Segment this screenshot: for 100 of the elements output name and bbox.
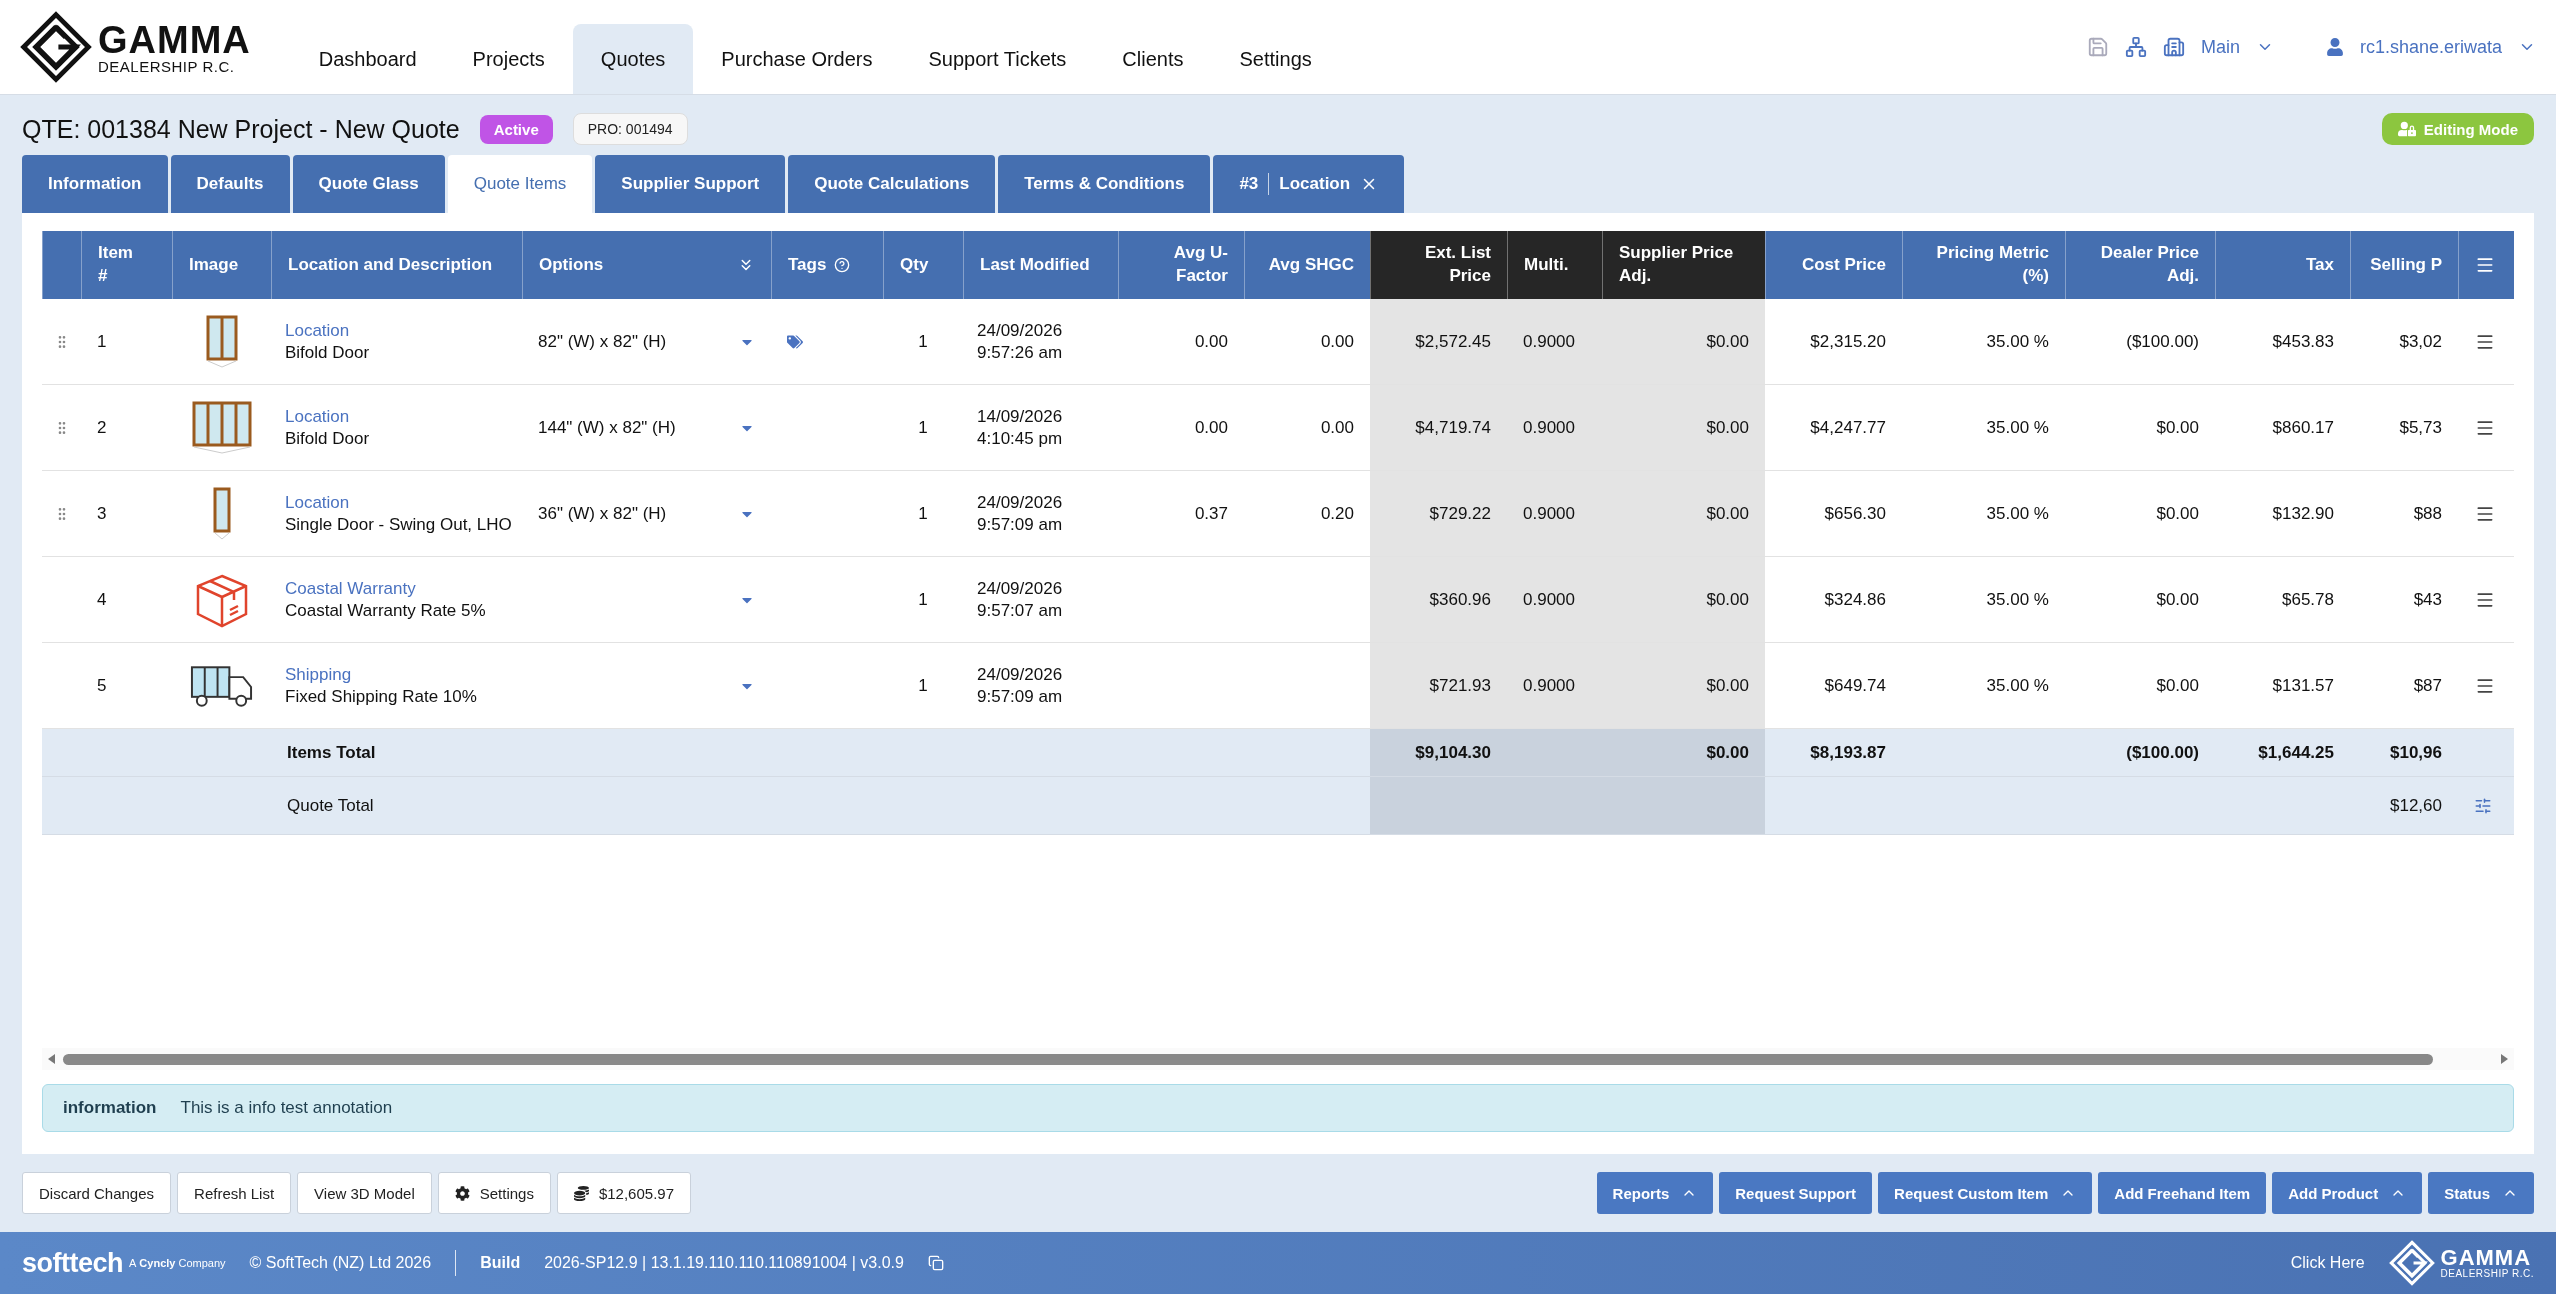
column-header[interactable]: Item #: [98, 242, 138, 288]
table-cell: ($100.00): [2126, 331, 2199, 352]
table-cell: $0.00: [1602, 471, 1765, 556]
help-icon[interactable]: [834, 257, 851, 273]
item-number: 5: [97, 675, 107, 696]
column-header[interactable]: Options: [539, 253, 604, 277]
tab[interactable]: Defaults: [170, 155, 290, 213]
column-header[interactable]: Avg SHGC: [1268, 253, 1354, 277]
branch-selector[interactable]: Main: [2200, 36, 2240, 58]
table-cell: 0.00: [1320, 417, 1354, 438]
gear-icon: [454, 1185, 470, 1201]
table-cell: $2,315.20: [1810, 331, 1886, 352]
sliders-icon[interactable]: [2474, 796, 2492, 815]
table-cell: 0.9000: [1507, 557, 1602, 642]
location-link[interactable]: Shipping: [285, 664, 514, 686]
modified-time: 4:10:45 pm: [977, 427, 1064, 449]
action-button[interactable]: View 3D Model: [297, 1172, 432, 1214]
project-reference: PRO: 001494: [572, 113, 688, 145]
action-button[interactable]: Settings: [437, 1172, 551, 1214]
column-header[interactable]: Pricing Metric (%): [1919, 242, 2049, 288]
column-header[interactable]: Location and Description: [288, 253, 493, 277]
door-drawing: [212, 486, 231, 541]
table-cell: $3,02: [2399, 331, 2442, 352]
table-cell: 0.20: [1320, 503, 1354, 524]
nav-item[interactable]: Projects: [444, 24, 573, 94]
table-cell: 0.9000: [1507, 643, 1602, 728]
horizontal-scrollbar[interactable]: [42, 1048, 2514, 1070]
tab[interactable]: Quote Glass: [292, 155, 445, 213]
modified-date: 24/09/2026: [977, 578, 1064, 600]
nav-item[interactable]: Dashboard: [290, 24, 445, 94]
table-cell: $324.86: [1824, 589, 1886, 610]
table-cell: $0.00: [1602, 643, 1765, 728]
location-link[interactable]: Location: [285, 492, 514, 514]
quantity: 1: [918, 417, 928, 438]
options-text: 82" (W) x 82" (H): [538, 331, 667, 352]
action-button[interactable]: $12,605.97: [556, 1172, 691, 1214]
modified-date: 14/09/2026: [977, 406, 1064, 428]
total-value: $1,644.25: [2258, 742, 2334, 763]
nav-item[interactable]: Quotes: [572, 24, 694, 94]
column-header[interactable]: Tax: [2305, 253, 2334, 277]
nav-item[interactable]: Settings: [1211, 24, 1340, 94]
nav-item[interactable]: Purchase Orders: [693, 24, 901, 94]
total-value: ($100.00): [2126, 742, 2199, 763]
modified-date: 24/09/2026: [977, 664, 1064, 686]
nav-item[interactable]: Support Tickets: [900, 24, 1095, 94]
brand-tagline: DEALERSHIP R.C.: [2440, 1269, 2534, 1279]
table-cell: $656.30: [1824, 503, 1886, 524]
table-cell: $43: [2413, 589, 2442, 610]
tab[interactable]: Quote Items: [447, 155, 593, 213]
tab[interactable]: Supplier Support: [595, 155, 786, 213]
tab[interactable]: Quote Calculations: [788, 155, 996, 213]
action-button[interactable]: Status: [2428, 1172, 2534, 1214]
action-button[interactable]: Request Support: [1719, 1172, 1873, 1214]
item-number: 1: [97, 331, 107, 352]
options-text: 36" (W) x 82" (H): [538, 503, 667, 524]
column-header[interactable]: Qty: [900, 253, 929, 277]
column-header[interactable]: Multi.: [1524, 253, 1569, 277]
action-button[interactable]: Discard Changes: [22, 1172, 172, 1214]
brand-name: GAMMA: [98, 20, 251, 59]
action-button[interactable]: Request Custom Item: [1878, 1172, 2093, 1214]
table-cell: 0.00: [1320, 331, 1354, 352]
item-number: 2: [97, 417, 107, 438]
item-description: Bifold Door: [285, 427, 371, 449]
user-lock-icon: [2397, 120, 2416, 138]
click-here-link[interactable]: Click Here: [2290, 1254, 2365, 1272]
quote-title: QTE: 001384 New Project - New Quote: [22, 114, 460, 144]
copy-icon[interactable]: [927, 1255, 944, 1271]
column-header[interactable]: Cost Price: [1801, 253, 1886, 277]
column-header[interactable]: Last Modified: [980, 253, 1090, 277]
user-menu[interactable]: rc1.shane.eriwata: [2359, 36, 2502, 58]
copyright: © SoftTech (NZ) Ltd 2026: [249, 1254, 432, 1272]
column-header[interactable]: Dealer Price Adj.: [2089, 242, 2199, 288]
table-cell: $132.90: [2272, 503, 2334, 524]
table-cell: 35.00 %: [1986, 417, 2049, 438]
tab-label: Supplier Support: [621, 174, 760, 194]
tab[interactable]: Information: [22, 155, 168, 213]
location-link[interactable]: Coastal Warranty: [285, 578, 514, 600]
action-button[interactable]: Refresh List: [177, 1172, 292, 1214]
column-header[interactable]: Selling P: [2370, 253, 2442, 277]
action-button[interactable]: Add Product: [2272, 1172, 2423, 1214]
table-cell: $5,73: [2399, 417, 2442, 438]
nav-item[interactable]: Clients: [1094, 24, 1212, 94]
column-header[interactable]: Image: [189, 253, 239, 277]
tab[interactable]: #3 Location: [1213, 155, 1405, 213]
tab-label: Quote Glass: [318, 174, 419, 194]
menu-icon[interactable]: [2475, 255, 2495, 275]
building-icon[interactable]: [2162, 36, 2185, 58]
table-cell: 0.9000: [1507, 299, 1602, 384]
action-button[interactable]: Add Freehand Item: [2098, 1172, 2267, 1214]
total-value: $9,104.30: [1370, 729, 1507, 776]
tags-icon[interactable]: [787, 333, 803, 350]
location-link[interactable]: Location: [285, 320, 514, 342]
action-button[interactable]: Reports: [1596, 1172, 1714, 1214]
tab[interactable]: Terms & Conditions: [998, 155, 1211, 213]
column-header[interactable]: Avg U-Factor: [1158, 242, 1228, 288]
network-icon[interactable]: [2124, 36, 2147, 58]
tab-label: Location: [1279, 174, 1351, 194]
column-header[interactable]: Tags: [788, 253, 827, 277]
annotation-text: This is a info test annotation: [180, 1098, 393, 1118]
location-link[interactable]: Location: [285, 406, 514, 428]
